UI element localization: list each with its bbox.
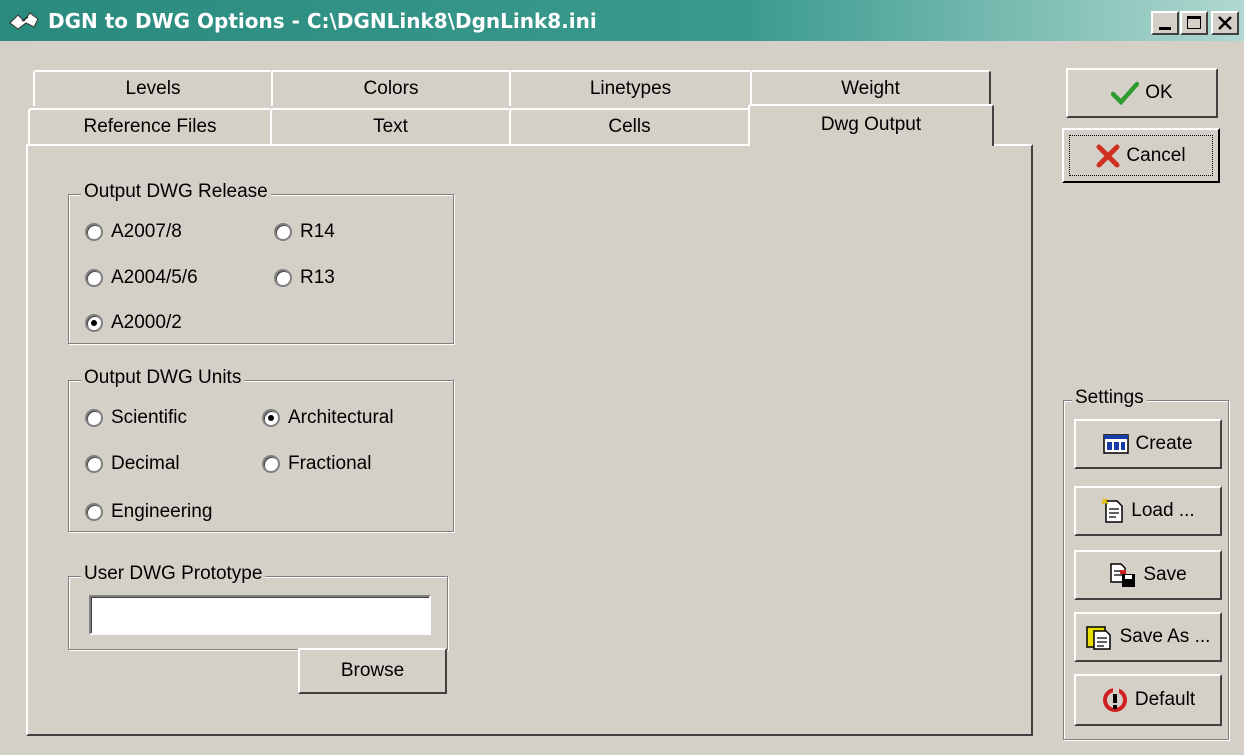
checkmark-icon [1111,81,1140,105]
close-button[interactable] [1211,11,1239,35]
app-logo-icon [9,12,39,30]
prototype-path-field[interactable] [89,595,431,635]
radio-r14[interactable]: R14 [274,221,335,243]
radio-scientific[interactable]: Scientific [85,407,187,429]
save-as-button[interactable]: Save As ... [1074,612,1222,662]
cancel-label: Cancel [1126,144,1186,166]
radio-label: Scientific [111,407,188,428]
radio-label: R13 [300,267,335,288]
radio-a2004[interactable]: A2004/5/6 [85,267,198,289]
radio-decimal[interactable]: Decimal [85,453,180,475]
tab-reference-files[interactable]: Reference Files [28,108,272,144]
tab-cells[interactable]: Cells [509,108,750,144]
minimize-icon [1159,27,1171,30]
radio-label: A2004/5/6 [111,267,198,288]
default-button[interactable]: Default [1074,674,1222,726]
save-label: Save [1143,564,1187,585]
save-as-label: Save As ... [1119,626,1211,647]
cancel-button[interactable]: Cancel [1062,128,1220,183]
save-as-icon [1085,626,1111,650]
create-button[interactable]: Create [1074,419,1222,469]
radio-button[interactable] [274,269,292,287]
prototype-group-label: User DWG Prototype [81,563,266,585]
tab-linetypes[interactable]: Linetypes [509,70,752,106]
ok-button[interactable]: OK [1066,68,1218,118]
minimize-button[interactable] [1151,11,1179,35]
radio-label: R14 [300,221,335,242]
radio-button[interactable] [274,223,292,241]
window-title: DGN to DWG Options - C:\DGNLink8\DgnLink… [48,9,597,33]
tab-levels[interactable]: Levels [33,70,273,106]
radio-button[interactable] [85,455,103,473]
radio-fractional[interactable]: Fractional [262,453,371,475]
tab-dwg-output[interactable]: Dwg Output [748,104,994,146]
close-icon [1218,16,1232,30]
radio-label: A2007/8 [111,221,182,242]
maximize-icon [1187,16,1201,29]
radio-button[interactable] [85,223,103,241]
radio-button[interactable] [262,409,280,427]
radio-button[interactable] [262,455,280,473]
new-window-icon [1103,434,1130,454]
radio-button[interactable] [85,409,103,427]
maximize-button[interactable] [1180,11,1208,35]
load-button[interactable]: Load ... [1074,486,1222,536]
create-label: Create [1135,433,1193,454]
radio-a2000[interactable]: A2000/2 [85,312,182,334]
radio-label: Architectural [288,407,394,428]
radio-label: Decimal [111,453,180,474]
radio-r13[interactable]: R13 [274,267,335,289]
reset-default-icon [1102,688,1127,712]
tab-colors[interactable]: Colors [271,70,511,106]
units-group-label: Output DWG Units [81,367,245,389]
radio-label: Engineering [111,501,213,522]
radio-label: A2000/2 [111,312,182,333]
release-group-label: Output DWG Release [81,181,271,203]
tab-weight[interactable]: Weight [750,70,991,106]
tab-panel-dwg-output: Output DWG Release A2007/8 R14 A2004/5/6… [26,144,1033,736]
tab-text[interactable]: Text [270,108,511,144]
radio-engineering[interactable]: Engineering [85,501,212,523]
browse-button[interactable]: Browse [298,648,447,694]
radio-a2007[interactable]: A2007/8 [85,221,182,243]
open-file-icon [1101,498,1124,523]
load-label: Load ... [1131,500,1195,521]
save-disk-icon [1110,563,1136,587]
title-bar[interactable]: DGN to DWG Options - C:\DGNLink8\DgnLink… [0,0,1244,43]
release-group: Output DWG Release A2007/8 R14 A2004/5/6… [68,181,454,344]
default-label: Default [1134,689,1196,710]
radio-architectural[interactable]: Architectural [262,407,394,429]
settings-group-label: Settings [1072,387,1147,409]
ok-label: OK [1145,82,1173,103]
radio-button[interactable] [85,314,103,332]
units-group: Output DWG Units Scientific Architectura… [68,367,454,532]
prototype-group: User DWG Prototype [68,563,448,650]
radio-label: Fractional [288,453,372,474]
save-button[interactable]: Save [1074,550,1222,600]
red-x-icon [1096,144,1120,167]
radio-button[interactable] [85,503,103,521]
radio-button[interactable] [85,269,103,287]
